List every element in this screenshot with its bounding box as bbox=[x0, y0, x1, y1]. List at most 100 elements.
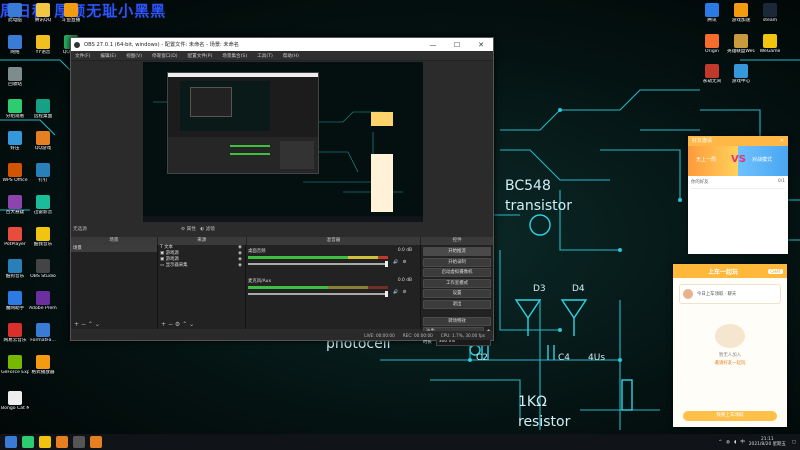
desktop-icon[interactable]: 回收站 bbox=[1, 67, 29, 87]
menu-profile[interactable]: 配置文件(P) bbox=[188, 53, 213, 59]
volume-slider[interactable] bbox=[248, 291, 388, 297]
network-icon[interactable]: ◍ bbox=[726, 440, 730, 445]
gear-icon[interactable]: ⚙ bbox=[181, 227, 185, 232]
app-icon bbox=[36, 99, 50, 113]
desktop-icon[interactable]: YY语音 bbox=[29, 35, 57, 55]
virtual-camera-button[interactable]: 启动虚拟摄像机 bbox=[423, 268, 491, 278]
desktop-icon[interactable]: 网易云音乐 bbox=[1, 323, 29, 343]
taskbar-app-icon[interactable] bbox=[39, 436, 51, 448]
desktop-icon[interactable]: 酷狗音乐 bbox=[1, 259, 29, 279]
obs-window[interactable]: OBS 27.0.1 (64-bit, windows) - 配置文件: 未命名… bbox=[70, 37, 494, 347]
obs-preview[interactable] bbox=[143, 62, 423, 222]
desktop-icon[interactable]: 魔网助手 bbox=[1, 291, 29, 311]
desktop-icon[interactable]: Bongo Cat Mver.exe bbox=[1, 391, 29, 411]
desktop-icon[interactable]: 此电脑 bbox=[1, 3, 29, 23]
desktop-icon[interactable]: GeForce Experience bbox=[1, 355, 29, 375]
desktop-icon[interactable]: 钉钉 bbox=[29, 163, 57, 183]
menu-docks[interactable]: 停靠窗口(D) bbox=[152, 53, 178, 59]
ime-language[interactable]: 中 bbox=[740, 439, 744, 445]
source-gear-icon[interactable]: ⚙ bbox=[175, 321, 180, 328]
desktop-icon[interactable]: 腾讯QQ bbox=[29, 3, 57, 23]
desktop-icon[interactable]: 百大悬疑 bbox=[1, 195, 29, 215]
desktop-icon[interactable]: WeGame bbox=[756, 34, 784, 54]
add-scene-icon[interactable]: + bbox=[74, 321, 79, 328]
gear-icon[interactable]: ⚙ bbox=[402, 260, 406, 265]
desktop-icon[interactable]: 远程桌面 bbox=[29, 99, 57, 119]
exit-button[interactable]: 退出 bbox=[423, 299, 491, 309]
carpool-cta-button[interactable]: 我要上车领取 bbox=[683, 411, 777, 421]
speaker-icon[interactable]: 🔊 bbox=[393, 290, 398, 295]
eye-icon[interactable]: ◉ bbox=[238, 263, 242, 269]
clock[interactable]: 21:11 2021/8/20 星期五 bbox=[749, 437, 786, 447]
carpool-popup[interactable]: 上车一起玩 CHAT 今日上车领取 · 聊天 暂无人加入 邀请好友一起玩 我要上… bbox=[673, 264, 787, 427]
speaker-icon[interactable]: 🔊 bbox=[393, 260, 398, 265]
volume-icon[interactable]: ◖ bbox=[734, 440, 736, 445]
label-c2: C2 bbox=[476, 353, 489, 363]
taskbar-app-icon[interactable] bbox=[5, 436, 17, 448]
move-down-icon[interactable]: ⌄ bbox=[95, 321, 100, 328]
desktop-icon[interactable]: steam bbox=[756, 3, 784, 23]
desktop-icon[interactable]: 英雄联盟WeGame版 bbox=[727, 34, 755, 54]
desktop-icon[interactable]: 腾讯 bbox=[698, 3, 726, 23]
desktop-icon[interactable]: 迅雷影音 bbox=[29, 195, 57, 215]
source-item[interactable]: ▭ 显示器采集 ◉ bbox=[158, 263, 245, 269]
avatar bbox=[683, 289, 693, 299]
remove-scene-icon[interactable]: − bbox=[81, 321, 86, 328]
menu-help[interactable]: 帮助(H) bbox=[283, 53, 299, 59]
mixer-db: 0.0 dB bbox=[397, 278, 412, 283]
start-recording-button[interactable]: 开始录制 bbox=[423, 257, 491, 267]
remove-source-icon[interactable]: − bbox=[168, 321, 173, 328]
close-icon[interactable]: ✕ bbox=[780, 136, 784, 146]
close-button[interactable]: ✕ bbox=[469, 41, 493, 49]
maximize-button[interactable]: ☐ bbox=[445, 41, 469, 49]
menu-edit[interactable]: 编辑(E) bbox=[100, 53, 116, 59]
desktop-icon[interactable]: 网络 bbox=[1, 35, 29, 55]
add-source-icon[interactable]: + bbox=[161, 321, 166, 328]
desktop-icon[interactable]: PotPlayer bbox=[1, 227, 29, 247]
filters-button[interactable]: 滤镜 bbox=[206, 227, 215, 232]
desktop-icon[interactable]: Adobe Premie... bbox=[29, 291, 57, 311]
obs-titlebar[interactable]: OBS 27.0.1 (64-bit, windows) - 配置文件: 未命名… bbox=[71, 38, 493, 51]
settings-button[interactable]: 设置 bbox=[423, 289, 491, 299]
mixer-db: 0.0 dB bbox=[397, 248, 412, 253]
desktop-icon[interactable]: 格式播放器 bbox=[29, 355, 57, 375]
menu-tools[interactable]: 工具(T) bbox=[257, 53, 273, 59]
desktop-icon[interactable]: Origin bbox=[698, 34, 726, 54]
desktop-icon[interactable]: OBS Studio bbox=[29, 259, 57, 279]
menu-view[interactable]: 视图(V) bbox=[126, 53, 142, 59]
notification-icon[interactable]: ▢ bbox=[792, 440, 796, 445]
desktop-icon[interactable]: FormatFa... bbox=[29, 323, 57, 343]
app-icon bbox=[8, 99, 22, 113]
taskbar-app-icon[interactable] bbox=[73, 436, 85, 448]
chevron-up-icon[interactable]: ^ bbox=[718, 440, 722, 445]
live-time: LIVE: 00:00:00 bbox=[364, 333, 395, 338]
friend-invite-popup[interactable]: 好友邀请 ✕ 无上一局 VS 对战模式 你的好友 0/1 bbox=[688, 136, 788, 254]
studio-mode-button[interactable]: 工作室模式 bbox=[423, 278, 491, 288]
move-up-icon[interactable]: ⌃ bbox=[182, 321, 187, 328]
desktop-icon[interactable]: 分组观看 bbox=[1, 99, 29, 119]
taskbar-app-icon[interactable] bbox=[90, 436, 102, 448]
move-down-icon[interactable]: ⌄ bbox=[189, 321, 194, 328]
preview-taskbar bbox=[143, 216, 423, 222]
properties-button[interactable]: 属性 bbox=[187, 227, 196, 232]
desktop-icon[interactable]: 游戏加速 bbox=[727, 3, 755, 23]
taskbar-app-icon[interactable] bbox=[56, 436, 68, 448]
desktop-icon[interactable]: 永劫无间 bbox=[698, 64, 726, 84]
desktop-icon[interactable]: WPS Office bbox=[1, 163, 29, 183]
minimize-button[interactable]: — bbox=[421, 41, 445, 49]
move-up-icon[interactable]: ⌃ bbox=[88, 321, 93, 328]
scene-item[interactable]: 场景 bbox=[71, 245, 157, 252]
filter-icon[interactable]: ◐ bbox=[200, 227, 204, 232]
start-streaming-button[interactable]: 开始推流 bbox=[423, 247, 491, 256]
carpool-row[interactable]: 今日上车领取 · 聊天 bbox=[679, 284, 781, 304]
desktop-icon[interactable]: 好压 bbox=[1, 131, 29, 151]
volume-slider[interactable] bbox=[248, 261, 388, 267]
desktop-icon[interactable]: 游戏中心 bbox=[727, 64, 755, 84]
menu-scene-collection[interactable]: 场景集合(S) bbox=[222, 53, 247, 59]
desktop-icon[interactable]: 酷我音乐 bbox=[29, 227, 57, 247]
gear-icon[interactable]: ⚙ bbox=[402, 290, 406, 295]
taskbar-app-icon[interactable] bbox=[22, 436, 34, 448]
menu-file[interactable]: 文件(F) bbox=[75, 53, 90, 59]
desktop-icon[interactable]: QQ游戏 bbox=[29, 131, 57, 151]
desktop-icon[interactable]: 斗鱼直播 bbox=[57, 3, 85, 23]
